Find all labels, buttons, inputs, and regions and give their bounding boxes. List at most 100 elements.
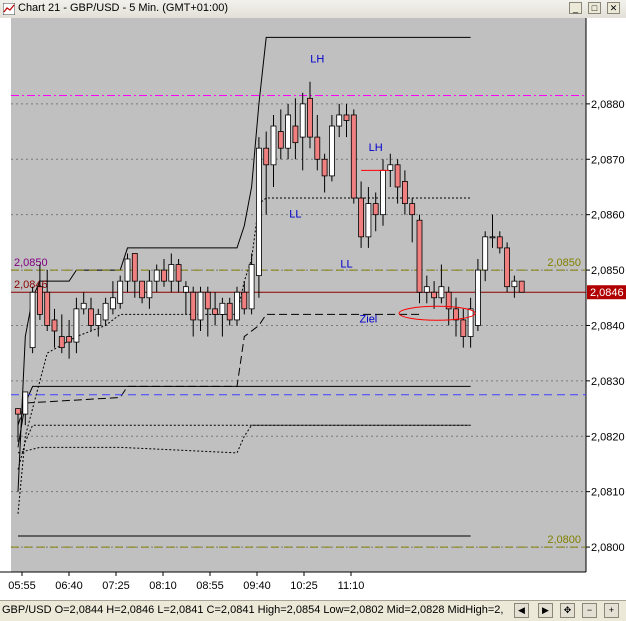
candle-body — [350, 114, 357, 199]
candle-body — [358, 197, 365, 238]
candle-body — [146, 280, 153, 299]
candle-body — [504, 247, 511, 288]
annotation-label: LL — [289, 208, 301, 220]
y-tick-label: 2,0810 — [591, 487, 625, 499]
candle-body — [66, 336, 72, 343]
candle-body — [285, 114, 292, 149]
level-label-right: 2,0800 — [547, 534, 581, 546]
scroll-left-button[interactable]: ◀ — [514, 603, 529, 618]
candle-body — [139, 280, 146, 299]
candle-body — [110, 297, 116, 310]
candle-body — [482, 236, 489, 271]
x-tick-label: 09:40 — [243, 580, 271, 592]
minimize-button[interactable]: _ — [569, 2, 582, 14]
x-tick-label: 08:10 — [149, 580, 177, 592]
y-tick-label: 2,0860 — [591, 210, 625, 222]
x-tick-label: 11:10 — [338, 580, 365, 592]
candle-body — [44, 291, 51, 326]
candle-body — [117, 280, 124, 304]
ohlc-readout: GBP/USD O=2,0844 H=2,0846 L=2,0841 C=2,0… — [2, 604, 504, 616]
candle-body — [365, 203, 372, 238]
candle-body — [307, 97, 313, 138]
candle-body — [219, 302, 226, 315]
candle-body — [204, 291, 211, 310]
candle-body — [453, 308, 459, 321]
y-tick-label: 2,0800 — [591, 542, 625, 554]
annotation-label: Ziel — [360, 314, 378, 326]
x-tick-label: 08:55 — [196, 580, 224, 592]
plot-area — [11, 18, 586, 572]
crosshair-icon[interactable]: ✥ — [560, 603, 575, 618]
candle-body — [328, 125, 335, 177]
candle-body — [102, 302, 109, 321]
candle-body — [182, 286, 189, 293]
zoom-in-button[interactable]: + — [604, 603, 619, 618]
candle-body — [58, 336, 65, 349]
candle-body — [263, 147, 270, 166]
candle-body — [88, 308, 94, 326]
x-tick-label: 10:25 — [290, 580, 318, 592]
candle-body — [394, 164, 401, 188]
annotation-label: LH — [310, 53, 324, 65]
y-tick-label: 2,0820 — [591, 431, 625, 443]
candle-body — [37, 286, 43, 315]
candle-body — [277, 131, 284, 149]
candle-body — [336, 114, 343, 127]
candle-body — [22, 391, 29, 415]
candle-body — [80, 302, 87, 310]
y-tick-label: 2,0840 — [591, 320, 625, 332]
candle-body — [299, 103, 306, 138]
candle-body — [73, 308, 80, 343]
candle-body — [124, 258, 131, 282]
scroll-right-button[interactable]: ▶ — [538, 603, 553, 618]
current-price-label: 2,0846 — [590, 287, 624, 299]
candle-body — [460, 319, 467, 337]
candle-body — [380, 169, 386, 216]
candle-body — [190, 291, 197, 321]
candle-body — [255, 147, 262, 277]
maximize-button[interactable]: □ — [588, 2, 601, 14]
level-label-right: 2,0850 — [547, 257, 581, 269]
candle-body — [518, 280, 525, 293]
candle-body — [511, 280, 518, 288]
candle-body — [467, 308, 474, 337]
candle-body — [161, 269, 167, 282]
close-button[interactable]: ✕ — [607, 2, 620, 14]
candle-body — [241, 291, 248, 310]
candle-body — [387, 164, 394, 171]
candle-body — [95, 313, 102, 326]
candle-body — [270, 125, 277, 166]
candle-body — [321, 158, 328, 177]
candle-body — [409, 203, 416, 216]
candle-body — [15, 408, 21, 415]
candle-body — [496, 236, 503, 249]
level-label-left: 2,0850 — [14, 257, 48, 269]
zoom-out-button[interactable]: − — [582, 603, 597, 618]
candle-body — [175, 264, 182, 282]
candle-body — [489, 236, 496, 239]
y-tick-label: 2,0880 — [591, 99, 625, 111]
candle-body — [248, 264, 255, 310]
chart-app-icon — [3, 3, 15, 15]
candle-body — [153, 269, 160, 282]
candle-body — [212, 308, 219, 315]
candle-body — [401, 181, 408, 204]
candle-body — [474, 269, 481, 326]
candle-body — [292, 125, 299, 144]
candle-body — [29, 291, 36, 349]
candle-body — [438, 286, 445, 299]
candle-body — [423, 286, 430, 293]
price-chart[interactable]: 2,0880 2,0870 2,0860 2,0850 2,0840 2,0830 2,08… — [0, 18, 626, 600]
title-bar: Chart 21 - GBP/USD - 5 Min. (GMT+01:00) … — [0, 0, 626, 19]
annotation-label: LH — [369, 142, 383, 154]
candle-body — [226, 302, 233, 321]
candle-body — [197, 291, 204, 321]
y-tick-label: 2,0830 — [591, 376, 625, 388]
status-bar: GBP/USD O=2,0844 H=2,0846 L=2,0841 C=2,0… — [0, 600, 626, 621]
candle-body — [168, 264, 175, 282]
y-tick-label: 2,0850 — [591, 265, 625, 277]
window-title: Chart 21 - GBP/USD - 5 Min. (GMT+01:00) — [18, 2, 228, 14]
candle-body — [234, 291, 240, 321]
y-tick-label: 2,0870 — [591, 154, 625, 166]
candle-body — [51, 319, 58, 332]
